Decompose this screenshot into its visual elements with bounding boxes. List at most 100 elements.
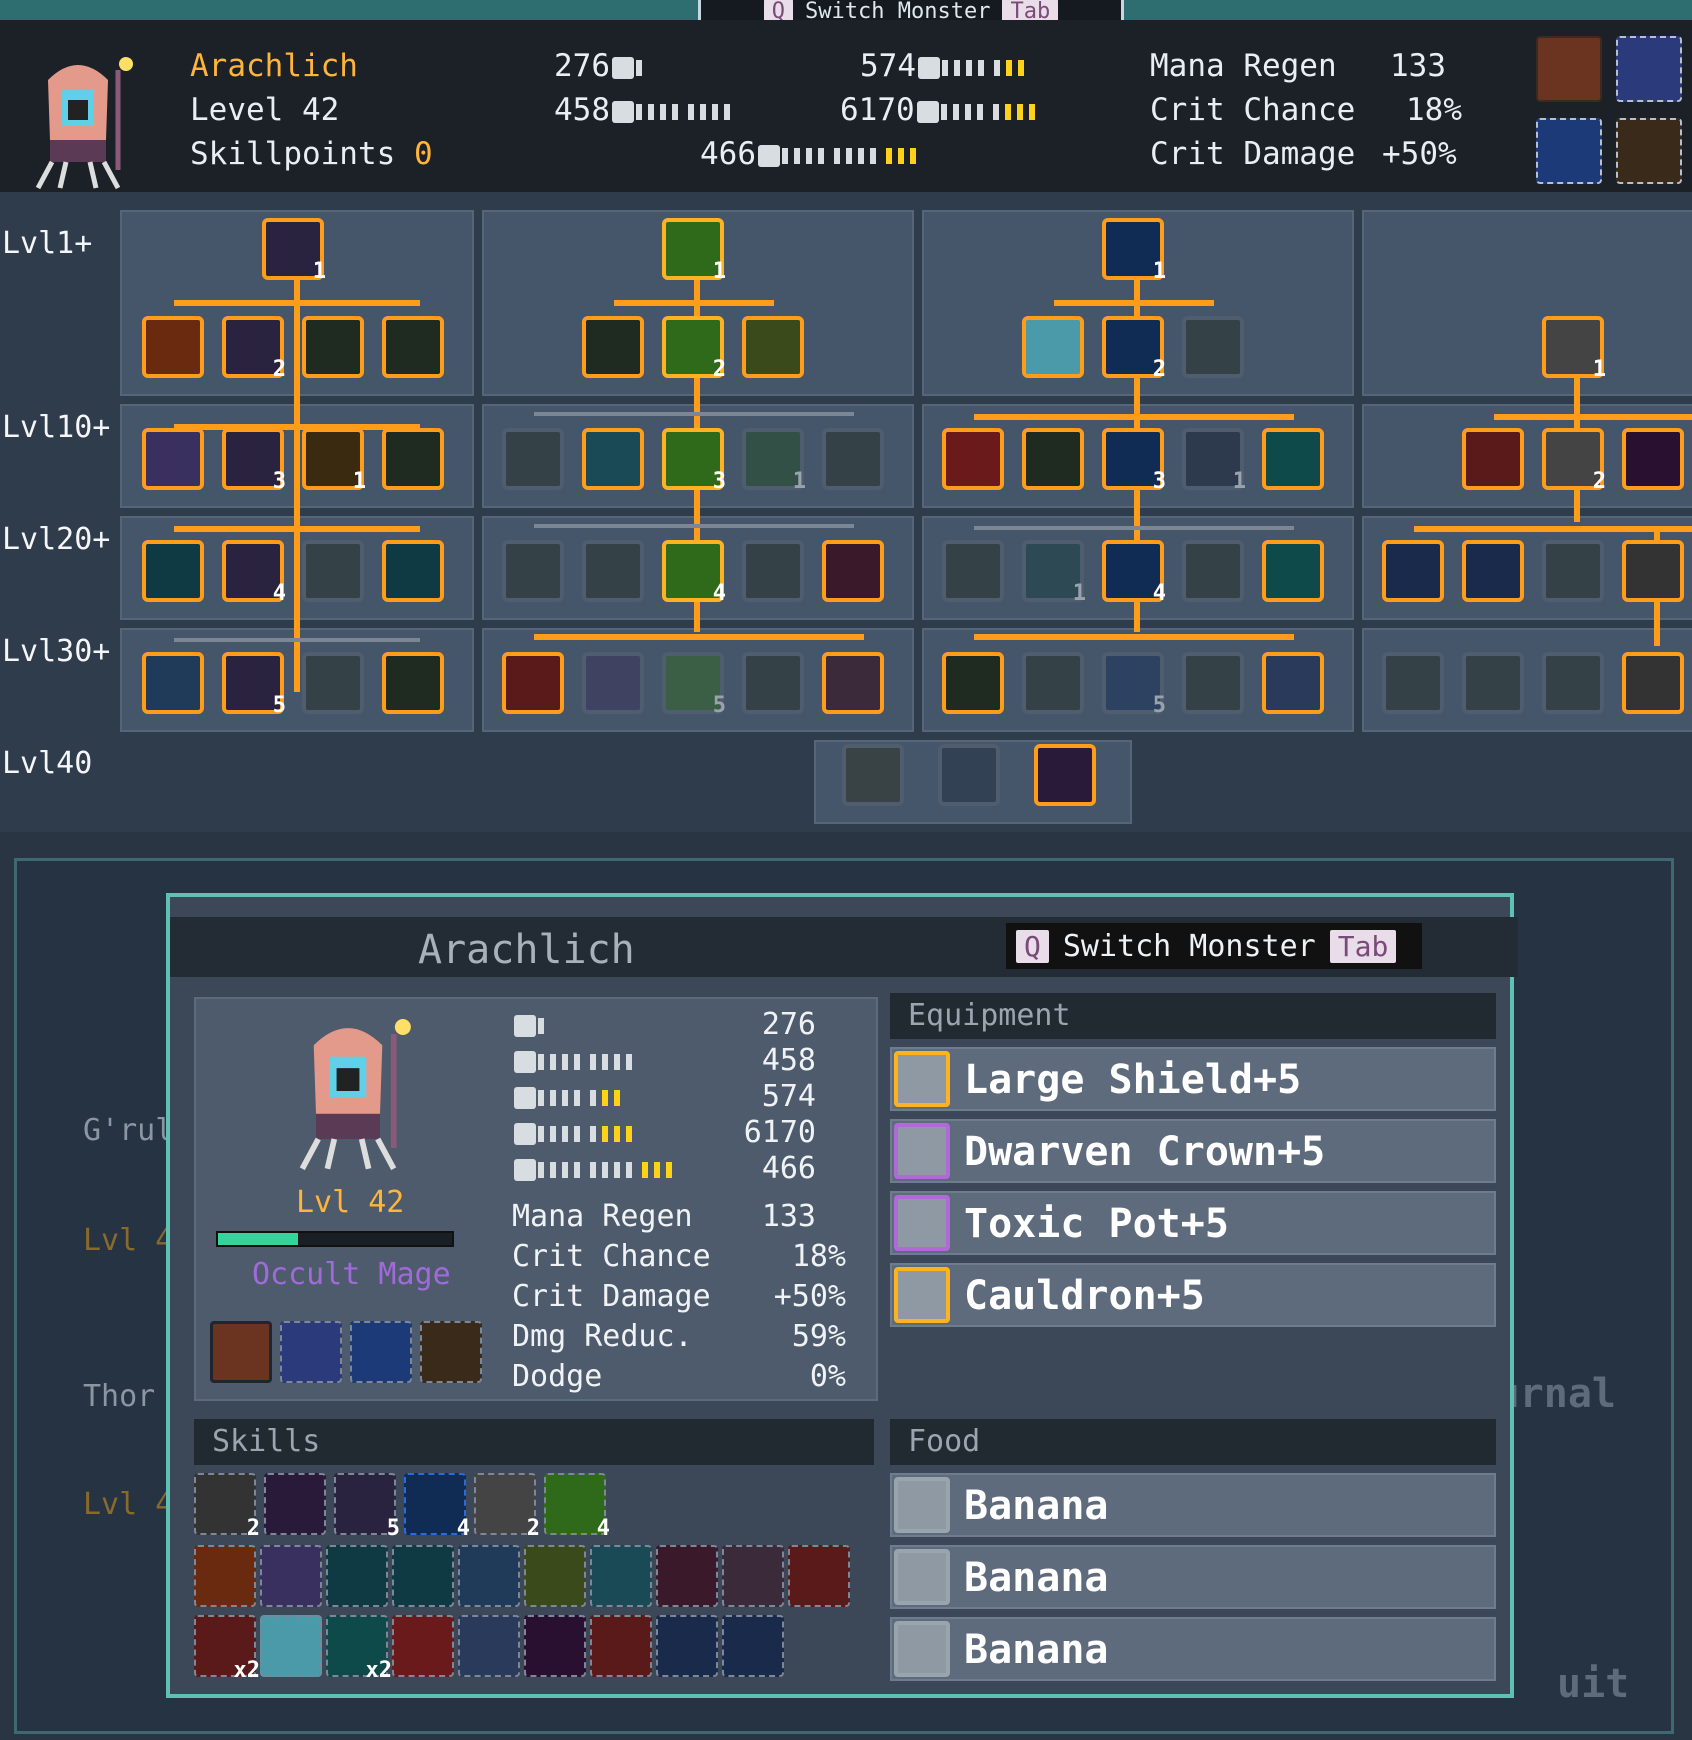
- tree-node-ice-comet[interactable]: 4: [1102, 540, 1166, 606]
- tree-node-defense[interactable]: [582, 316, 644, 378]
- water-shield-ability-icon[interactable]: [350, 1321, 412, 1383]
- food-slot-2[interactable]: Banana: [890, 1545, 1496, 1609]
- equipment-slot-3[interactable]: Toxic Pot+5: [890, 1191, 1496, 1255]
- sparkle-ability-icon[interactable]: [1616, 118, 1682, 184]
- tree-node-cd-locked[interactable]: [502, 540, 564, 602]
- skill-fire-burst-icon[interactable]: [590, 1615, 652, 1677]
- tree-node-locked[interactable]: [302, 540, 364, 602]
- equipment-slot-1[interactable]: Large Shield+5: [890, 1047, 1496, 1111]
- tree-node-ghost[interactable]: [142, 428, 204, 490]
- skill-red-dots-icon[interactable]: [656, 1545, 718, 1607]
- skill-dark-ring-icon[interactable]: [392, 1545, 454, 1607]
- tree-node-staff-locked[interactable]: [942, 540, 1004, 602]
- tree-node-swirl[interactable]: 2: [1542, 428, 1606, 494]
- tree-node-arrow-locked[interactable]: [822, 428, 884, 490]
- skill-teal-ring-icon[interactable]: [326, 1545, 388, 1607]
- tree-node-locked[interactable]: [302, 652, 364, 714]
- skill-red-diamond-icon[interactable]: x2: [194, 1615, 260, 1683]
- skill-eye-icon[interactable]: [722, 1615, 784, 1677]
- tree-node-staff-locked[interactable]: [1182, 316, 1244, 378]
- tree-node-locked[interactable]: [1182, 652, 1244, 714]
- tree-node-arcane-pot[interactable]: 1: [262, 218, 326, 284]
- tree-node-dark-ring[interactable]: [382, 540, 444, 602]
- tree-node-eye[interactable]: [1382, 540, 1444, 602]
- tree-node-red-dots[interactable]: [822, 540, 884, 602]
- tree-node-mana-locked[interactable]: [1382, 652, 1444, 714]
- tree-node-ultimate-spore[interactable]: [842, 744, 904, 806]
- tree-node-locked[interactable]: [742, 540, 804, 602]
- tree-node-locked[interactable]: [1022, 652, 1084, 714]
- magic-shield-ability-icon[interactable]: [280, 1321, 342, 1383]
- tree-node-ultimate-storm[interactable]: [938, 744, 1000, 806]
- tree-node-locked[interactable]: [1542, 652, 1604, 714]
- attack-up-ability-icon[interactable]: [1536, 36, 1602, 102]
- switch-monster-button[interactable]: Q Switch Monster Tab: [1006, 923, 1422, 969]
- tree-node-flame[interactable]: [1462, 540, 1524, 602]
- tree-node-toxic-splash[interactable]: 4: [662, 540, 726, 606]
- tree-node-flesh[interactable]: [942, 428, 1004, 490]
- skill-ice-comet-icon[interactable]: 4: [404, 1473, 470, 1541]
- water-shield-ability-icon[interactable]: [1536, 118, 1602, 184]
- skill-ghost-icon[interactable]: [260, 1545, 322, 1607]
- tree-node-blue-skull[interactable]: [1262, 652, 1324, 714]
- sparkle-ability-icon[interactable]: [420, 1321, 482, 1383]
- tree-node-defense[interactable]: [1022, 428, 1084, 490]
- equipment-slot-4[interactable]: Cauldron+5: [890, 1263, 1496, 1327]
- tree-node-toxic-splash-locked[interactable]: 5: [662, 652, 726, 718]
- skill-mushroom-icon[interactable]: [392, 1615, 454, 1677]
- tree-node-poison-eye[interactable]: [142, 652, 204, 714]
- tree-node-cauldron[interactable]: [582, 428, 644, 490]
- skill-toxic-splash-icon[interactable]: 4: [544, 1473, 610, 1541]
- tree-node-arcane-pot[interactable]: 3: [222, 428, 286, 494]
- tree-node-ultimate-void[interactable]: [1034, 744, 1096, 806]
- tree-node-heart[interactable]: [1622, 428, 1684, 490]
- tree-node-bat[interactable]: [142, 316, 204, 378]
- tree-node-locked[interactable]: [742, 652, 804, 714]
- tree-node-ice-comet[interactable]: 3: [1102, 428, 1166, 494]
- tree-node-crit-locked[interactable]: [1462, 652, 1524, 714]
- tree-node-ice-comet[interactable]: 1: [1102, 218, 1166, 284]
- tree-node-health[interactable]: [382, 428, 444, 490]
- tree-node-crit-locked[interactable]: [502, 428, 564, 490]
- magic-shield-ability-icon[interactable]: [1616, 36, 1682, 102]
- tree-node-fire-burst[interactable]: [1462, 428, 1524, 490]
- skill-wind-slash-icon[interactable]: 2: [194, 1473, 260, 1541]
- tree-node-arcane-pot[interactable]: 5: [222, 652, 286, 718]
- skill-flesh-icon[interactable]: [788, 1545, 850, 1607]
- skill-drumstick-icon[interactable]: [722, 1545, 784, 1607]
- q-key[interactable]: Q: [1016, 929, 1049, 963]
- tree-node-grapes[interactable]: [742, 316, 804, 378]
- tree-node-red-skull[interactable]: [1262, 540, 1324, 602]
- tree-node-stars-locked[interactable]: 1: [1182, 428, 1246, 494]
- tree-node-drumstick[interactable]: [822, 652, 884, 714]
- skill-blue-skull-icon[interactable]: [458, 1615, 520, 1677]
- tab-key[interactable]: Tab: [1329, 929, 1397, 963]
- tree-node-swirl[interactable]: 1: [1542, 316, 1606, 382]
- tree-node-staff-locked[interactable]: [582, 540, 644, 602]
- tree-node-toxic-splash[interactable]: 1: [662, 218, 726, 284]
- tree-node-wind-locked[interactable]: 1: [1022, 540, 1086, 606]
- tree-node-mana[interactable]: [382, 652, 444, 714]
- tree-node-red-skull[interactable]: [1262, 428, 1324, 490]
- skill-bat-icon[interactable]: [194, 1545, 256, 1607]
- tree-node-toxic-splash[interactable]: 2: [662, 316, 726, 382]
- tree-node-ice-comet-locked[interactable]: 5: [1102, 652, 1166, 718]
- tree-node-demon-locked[interactable]: [582, 652, 644, 714]
- skill-swirl-icon[interactable]: 2: [474, 1473, 540, 1541]
- skill-cauldron-icon[interactable]: [590, 1545, 652, 1607]
- equipment-slot-2[interactable]: Dwarven Crown+5: [890, 1119, 1496, 1183]
- tree-node-icicle[interactable]: [1022, 316, 1084, 378]
- tree-node-wind-slash[interactable]: [1622, 652, 1684, 714]
- skill-heart-icon[interactable]: [524, 1615, 586, 1677]
- skill-grapes-icon[interactable]: [524, 1545, 586, 1607]
- food-slot-3[interactable]: Banana: [890, 1617, 1496, 1681]
- skill-arcane-pot-icon[interactable]: 5: [334, 1473, 400, 1541]
- tree-node-health[interactable]: [942, 652, 1004, 714]
- skill-flame-icon[interactable]: [656, 1615, 718, 1677]
- tree-node-wind-slash[interactable]: [1622, 540, 1684, 602]
- food-slot-1[interactable]: Banana: [890, 1473, 1496, 1537]
- tree-node-bush-locked[interactable]: 1: [742, 428, 806, 494]
- skill-red-skull-icon[interactable]: x2: [326, 1615, 392, 1683]
- tree-node-arcane-pot[interactable]: 4: [222, 540, 286, 606]
- tree-node-ice-comet[interactable]: 2: [1102, 316, 1166, 382]
